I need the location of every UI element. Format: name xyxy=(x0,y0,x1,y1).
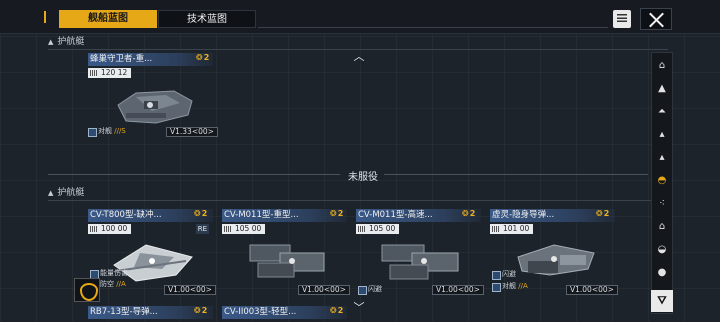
ship-illustration xyxy=(249,244,325,278)
ship-card[interactable]: RB7-13型-导弹... 2 xyxy=(88,306,213,320)
ship-illustration xyxy=(517,244,595,276)
faction-emblem-icon[interactable] xyxy=(74,278,100,302)
capital-icon[interactable]: ⌂ xyxy=(655,220,669,234)
trait-evasion: 闪避 xyxy=(492,270,516,280)
ship-name: CV-M011型-重型... xyxy=(222,209,347,222)
dome-icon[interactable]: ◒ xyxy=(655,243,669,257)
ship-card[interactable]: 蜂巢守卫者-重... 2 120 12 对舰 ///S V1.33<00> xyxy=(88,53,218,143)
rarity-badge: 2 xyxy=(596,209,610,218)
tab-underline xyxy=(258,27,608,28)
station-icon[interactable]: ● xyxy=(655,266,669,280)
rarity-badge: 2 xyxy=(194,306,208,315)
rarity-badge: 2 xyxy=(330,209,344,218)
trait-anti-ship: 对舰 ///S xyxy=(88,127,126,137)
tab-tech-blueprints[interactable]: 技术蓝图 xyxy=(158,10,256,28)
destroyer-icon[interactable]: ▴ xyxy=(655,128,669,142)
trait-energy-damage: 能量伤害 xyxy=(90,269,128,279)
top-bar: 舰船蓝图 技术蓝图 xyxy=(0,0,720,34)
frigate-icon[interactable]: ▴ xyxy=(655,151,669,165)
category-header-top[interactable]: ▲ 护航艇 xyxy=(48,36,668,50)
corner-mark xyxy=(44,11,52,23)
version-label: V1.00<00> xyxy=(566,285,618,295)
trait-evasion: 闪避 xyxy=(358,285,382,295)
ship-illustration xyxy=(117,90,193,124)
ship-name: 蜂巢守卫者-重... xyxy=(88,53,213,66)
ship-card[interactable]: CV-M011型-高速... 2 105 00 闪避 V1.00<00> xyxy=(356,209,484,299)
rarity-badge: 2 xyxy=(196,53,210,62)
rarity-badge: 2 xyxy=(330,306,344,315)
tab-ship-blueprints[interactable]: 舰船蓝图 xyxy=(59,10,157,28)
cruiser-icon[interactable]: ⏶ xyxy=(655,105,669,119)
collapse-arrow-icon: ▲ xyxy=(48,38,54,46)
close-button[interactable] xyxy=(640,8,672,30)
carrier-icon[interactable]: ▲ xyxy=(655,82,669,96)
ship-card[interactable]: CV-M011型-重型... 2 105 00 V1.00<00> xyxy=(222,209,350,299)
ship-card[interactable]: CV-II003型-轻型... 2 xyxy=(222,306,347,320)
ship-type-filter-rail: ⌂ ▲ ⏶ ▴ ▴ ◓ ⁖ ⌂ ◒ ● xyxy=(651,52,673,314)
list-view-button[interactable] xyxy=(613,10,631,28)
not-in-service-divider: 未服役 xyxy=(348,172,378,183)
category-label: 护航艇 xyxy=(57,188,85,198)
version-label: V1.33<00> xyxy=(166,127,218,137)
rarity-badge: 2 xyxy=(194,209,208,218)
category-header-bottom[interactable]: ▲ 护航艇 xyxy=(48,187,668,201)
version-label: V1.00<00> xyxy=(298,285,350,295)
rarity-badge: 2 xyxy=(462,209,476,218)
ship-name: CV-II003型-轻型... xyxy=(222,306,347,319)
divider-line-left xyxy=(48,174,340,175)
version-label: V1.00<00> xyxy=(432,285,484,295)
category-label: 护航艇 xyxy=(57,37,85,47)
version-label: V1.00<00> xyxy=(164,285,216,295)
collapse-arrow-icon: ▲ xyxy=(48,189,54,197)
fighter-group-icon[interactable]: ⁖ xyxy=(655,197,669,211)
scroll-down-chevron-icon[interactable]: ﹀ xyxy=(352,302,366,313)
ship-illustration xyxy=(381,244,459,280)
filter-button[interactable]: ⛛ xyxy=(651,290,673,312)
ship-card[interactable]: CV-T800型-缺冲... 2 100 00 RE 能量伤害 防空 //A V… xyxy=(88,209,216,299)
hangar-icon[interactable]: ⌂ xyxy=(655,59,669,73)
corvette-icon[interactable]: ◓ xyxy=(655,174,669,188)
scroll-up-chevron-icon[interactable]: ︿ xyxy=(352,51,366,62)
divider-line-right xyxy=(384,174,648,175)
ship-card[interactable]: 虚灵-隐身导弹... 2 101 00 闪避 对舰 //A V1.00<00> xyxy=(490,209,618,299)
trait-anti-ship: 对舰 //A xyxy=(492,282,528,292)
